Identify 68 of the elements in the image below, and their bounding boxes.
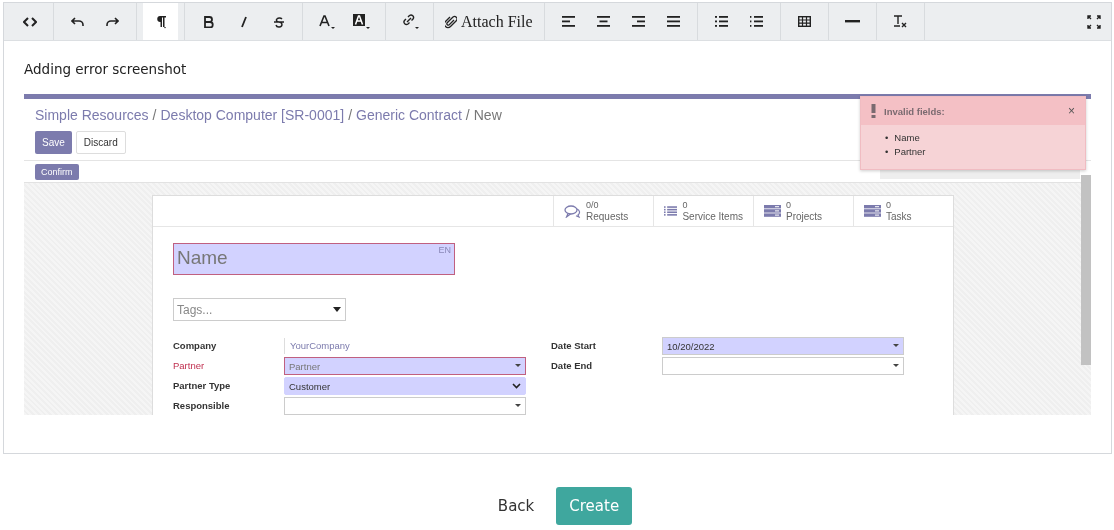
breadcrumb-separator: / <box>348 107 353 123</box>
redo-icon <box>106 16 119 27</box>
tags-field[interactable]: Tags... <box>173 298 346 321</box>
breadcrumb-item[interactable]: Generic Contract <box>356 107 462 123</box>
breadcrumb-item: New <box>473 107 502 123</box>
field-label: Company <box>173 339 218 353</box>
notification-title: Invalid fields: <box>884 105 946 117</box>
body-text: Adding error screenshot <box>24 61 188 77</box>
caret-icon <box>893 344 899 348</box>
close-button[interactable]: × <box>1068 104 1075 118</box>
fullscreen-icon <box>1086 14 1101 29</box>
strikethrough-icon <box>272 15 285 28</box>
field-label: Responsible <box>173 399 231 413</box>
font-color-icon <box>318 14 335 29</box>
paperclip-icon <box>445 14 457 29</box>
select-field[interactable] <box>662 357 904 375</box>
caret-icon <box>333 307 341 312</box>
italic-icon <box>239 15 248 28</box>
field-value[interactable]: YourCompany <box>284 338 526 354</box>
breadcrumb-separator: / <box>465 107 470 123</box>
scrollbar[interactable] <box>1081 175 1091 365</box>
attach-file-button[interactable]: Attach File <box>440 3 538 40</box>
chat-icon <box>564 204 581 218</box>
chevron-down-icon <box>512 383 521 389</box>
bold-icon <box>203 15 214 28</box>
horizontal-rule-icon <box>844 20 860 23</box>
confirm-button[interactable]: Confirm <box>35 164 79 180</box>
numbered-list-icon <box>749 16 763 27</box>
select-field[interactable]: Customer <box>284 377 526 395</box>
field-label: Date End <box>551 359 594 373</box>
discard-button[interactable]: Discard <box>75 131 126 154</box>
bullet: • <box>885 145 889 159</box>
breadcrumb-item[interactable]: Simple Resources <box>35 107 149 123</box>
create-button[interactable]: Create <box>556 487 633 525</box>
select-field[interactable] <box>284 397 526 415</box>
language-label: EN <box>438 245 451 255</box>
back-button[interactable]: Back <box>491 496 541 516</box>
server-icon <box>764 205 781 217</box>
bullet-list-icon <box>714 16 728 27</box>
clear-format-icon <box>893 15 908 28</box>
bullet: • <box>885 131 889 145</box>
invalid-field-item: Name <box>894 131 920 145</box>
invalid-field-item: Partner <box>894 145 926 159</box>
table-icon <box>797 16 811 27</box>
field-label: Date Start <box>551 339 597 353</box>
name-field[interactable]: Name EN <box>173 243 455 275</box>
highlight-icon <box>353 14 370 29</box>
undo-icon <box>71 16 84 27</box>
caret-icon <box>893 364 899 368</box>
list-icon <box>664 205 678 217</box>
paragraph-button[interactable] <box>143 3 178 40</box>
breadcrumb-separator: / <box>152 107 157 123</box>
align-center-icon <box>596 16 610 27</box>
align-right-icon <box>631 16 645 27</box>
field-label: Partner <box>173 359 206 373</box>
select-field[interactable]: 10/20/2022 <box>662 337 904 355</box>
align-left-icon <box>561 16 575 27</box>
select-field[interactable]: Partner <box>284 357 526 375</box>
code-icon <box>22 16 37 27</box>
server-icon <box>864 205 881 217</box>
caret-icon <box>515 404 521 408</box>
save-button[interactable]: Save <box>35 131 72 154</box>
exclamation-icon <box>871 104 876 118</box>
justify-icon <box>666 16 680 27</box>
link-icon <box>400 14 419 29</box>
breadcrumb-item[interactable]: Desktop Computer [SR-0001] <box>160 107 345 123</box>
field-label: Partner Type <box>173 379 232 393</box>
caret-icon <box>515 364 521 368</box>
